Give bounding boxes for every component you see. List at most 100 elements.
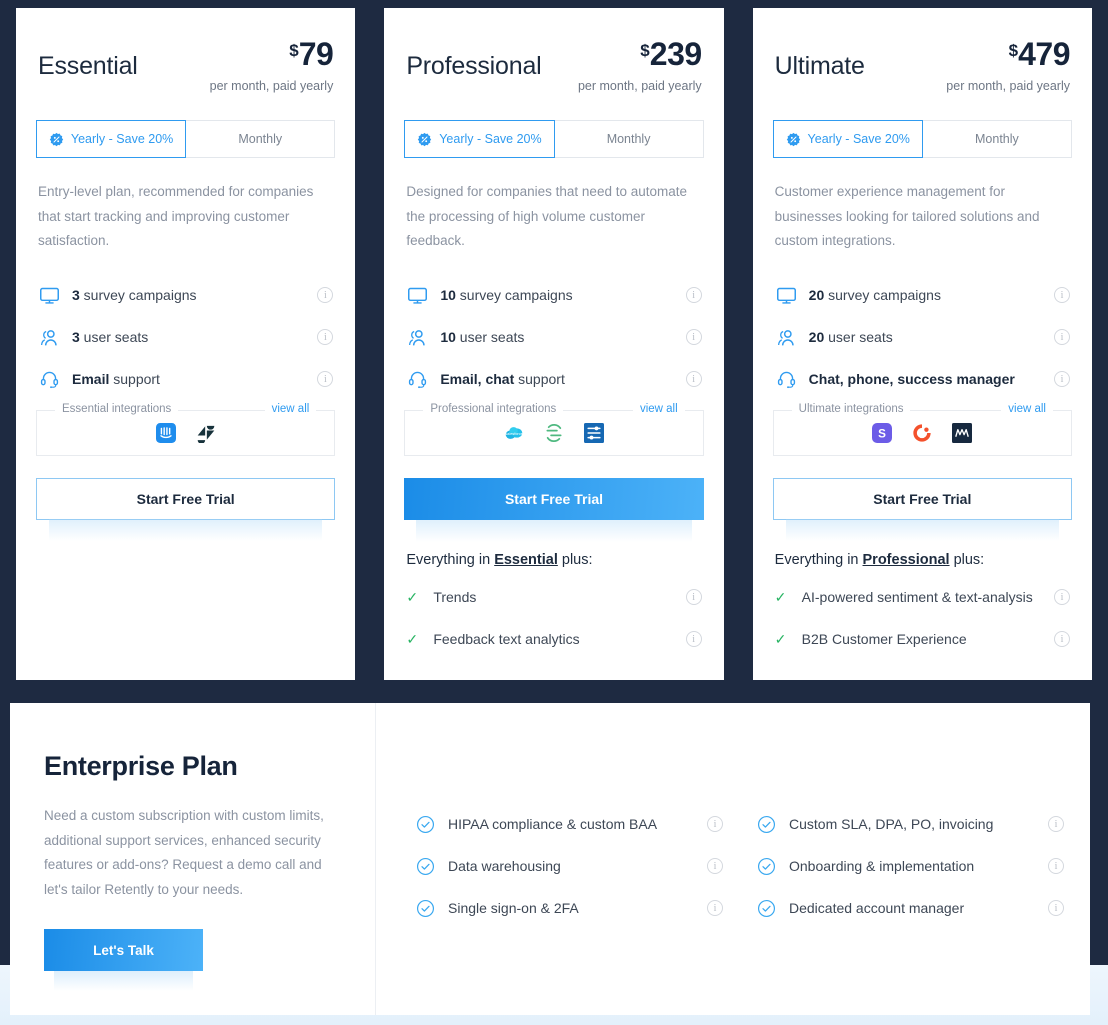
- billing-option-monthly-professional[interactable]: Monthly: [554, 120, 704, 158]
- feature-rest: survey campaigns: [455, 287, 573, 304]
- enterprise-feature-info-icon[interactable]: i: [1048, 858, 1064, 874]
- enterprise-feature-info-icon[interactable]: i: [707, 858, 723, 874]
- plan-feature-list-professional: 10 survey campaigns i 10 user seats i Email,…: [404, 274, 703, 400]
- circle-check-icon: [416, 815, 435, 834]
- circle-check-icon: [416, 815, 435, 833]
- feature-info-icon[interactable]: i: [685, 287, 702, 304]
- billing-option-yearly-essential[interactable]: Yearly - Save 20%: [36, 120, 187, 158]
- feature-strong: 10: [440, 287, 456, 304]
- feature-row: 3 survey campaigns i: [36, 274, 335, 316]
- feature-info-icon[interactable]: i: [317, 287, 334, 304]
- start-free-trial-button-ultimate[interactable]: Start Free Trial: [772, 478, 1072, 542]
- billing-option-yearly-professional[interactable]: Yearly - Save 20%: [404, 120, 555, 158]
- plan-name-essential: Essential: [38, 52, 138, 80]
- feature-info-icon[interactable]: i: [685, 329, 702, 346]
- integrations-view-all-link[interactable]: view all: [264, 403, 317, 416]
- billing-monthly-label: Monthly: [238, 132, 283, 146]
- billing-option-yearly-ultimate[interactable]: Yearly - Save 20%: [772, 120, 923, 158]
- headset-icon: [775, 369, 798, 389]
- percent-badge-icon: [49, 132, 64, 147]
- feature-info-icon[interactable]: i: [317, 371, 334, 388]
- enterprise-feature-info-icon[interactable]: i: [707, 816, 723, 832]
- monitor-icon: [38, 285, 61, 305]
- feature-strong: Email, chat: [440, 371, 515, 388]
- integrations-box-essential: Essential integrations view all: [36, 403, 336, 457]
- feature-strong: 20: [808, 287, 825, 304]
- feature-strong: 10: [440, 329, 456, 346]
- percent-badge-icon: [786, 132, 801, 147]
- feature-info-icon[interactable]: i: [1053, 329, 1070, 346]
- feature-rest: support: [514, 371, 565, 388]
- everything-in-line-professional: Everything in Essential plus:: [404, 552, 703, 568]
- plus-feature-label: Trends: [433, 589, 477, 606]
- start-free-trial-button-professional[interactable]: Start Free Trial: [404, 478, 704, 543]
- headset-icon: [406, 369, 429, 389]
- start-free-trial-button-essential[interactable]: Start Free Trial: [36, 478, 336, 542]
- feature-rest: user seats: [455, 329, 525, 346]
- integrations-title: Essential integrations: [55, 403, 179, 416]
- zendesk-icon: [197, 426, 214, 444]
- plan-description-professional: Designed for companies that need to auto…: [406, 184, 688, 249]
- enterprise-title: Enterprise Plan: [44, 751, 238, 781]
- circle-check-icon: [757, 815, 776, 834]
- enterprise-feature-row: HIPAA compliance & custom BAA i: [416, 803, 723, 845]
- mixpanel-icon: [952, 423, 973, 444]
- feature-info-icon[interactable]: i: [317, 329, 334, 346]
- slack-icon[interactable]: S: [872, 423, 893, 444]
- circle-check-icon: [757, 857, 776, 876]
- feature-row: 20 user seats i: [773, 316, 1072, 358]
- intercom-icon[interactable]: [155, 423, 176, 444]
- plus-feature-info-icon[interactable]: i: [1053, 589, 1070, 606]
- feature-row: 3 user seats i: [36, 316, 335, 358]
- feature-info-icon[interactable]: i: [1053, 371, 1070, 388]
- enterprise-feature-info-icon[interactable]: i: [1048, 900, 1064, 916]
- percent-badge-icon: [418, 132, 432, 146]
- plus-feature-row: ✓ B2B Customer Experience i: [773, 618, 1072, 660]
- integrations-view-all-link[interactable]: view all: [1001, 403, 1053, 416]
- clickup-icon[interactable]: [912, 423, 932, 443]
- zendesk-icon[interactable]: [196, 423, 216, 444]
- plus-feature-list-ultimate: ✓ AI-powered sentiment & text-analysis i ✓ B…: [773, 576, 1072, 660]
- integrations-view-all-link[interactable]: view all: [632, 403, 685, 416]
- users-icon: [777, 329, 794, 346]
- billing-monthly-label: Monthly: [975, 132, 1019, 146]
- mixpanel-icon[interactable]: [952, 423, 973, 444]
- lets-talk-button[interactable]: Let's Talk: [44, 929, 203, 992]
- svg-text:S: S: [878, 428, 886, 441]
- price-amount: 79: [298, 36, 334, 72]
- feature-row: 20 survey campaigns i: [773, 274, 1072, 316]
- billing-option-monthly-ultimate[interactable]: Monthly: [922, 120, 1072, 158]
- pricing-plans-row: Essential $79 per month, paid yearly Yearly…: [16, 8, 1092, 680]
- users-icon: [406, 327, 429, 347]
- feature-info-icon[interactable]: i: [685, 371, 702, 388]
- integrations-box-professional: Professional integrations view all salesfo…: [404, 403, 704, 457]
- monitor-icon: [775, 285, 798, 305]
- monitor-icon: [406, 285, 429, 305]
- circle-check-icon: [416, 899, 435, 918]
- salesforce-icon[interactable]: salesforce: [504, 423, 524, 443]
- circle-check-icon: [757, 899, 776, 918]
- plus-feature-info-icon[interactable]: i: [1053, 631, 1070, 648]
- billing-yearly-label: Yearly - Save 20%: [439, 132, 542, 146]
- enterprise-feature-info-icon[interactable]: i: [1048, 816, 1064, 832]
- billing-option-monthly-essential[interactable]: Monthly: [186, 120, 336, 158]
- plan-description-essential: Entry-level plan, recommended for compan…: [38, 184, 314, 249]
- segment-icon[interactable]: [544, 423, 564, 443]
- enterprise-feature-info-icon[interactable]: i: [707, 900, 723, 916]
- plus-feature-info-icon[interactable]: i: [685, 631, 702, 648]
- hubspot-icon[interactable]: [583, 423, 604, 444]
- segment-icon: [546, 424, 562, 443]
- feature-label: Chat, phone, success manager: [809, 371, 1054, 387]
- percent-badge-icon: [49, 132, 64, 146]
- checkmark-icon: ✓: [774, 630, 787, 647]
- integrations-box-ultimate: Ultimate integrations view all S: [772, 403, 1072, 457]
- price-note-essential: per month, paid yearly: [209, 79, 334, 93]
- billing-monthly-label: Monthly: [606, 132, 651, 146]
- everything-suffix: plus:: [949, 552, 985, 569]
- everything-prefix: Everything in: [406, 552, 495, 569]
- feature-label: 10 survey campaigns: [440, 287, 685, 303]
- integrations-legend-ultimate: Ultimate integrations view all: [791, 403, 1053, 416]
- enterprise-feature-label: HIPAA compliance & custom BAA: [448, 816, 658, 832]
- feature-info-icon[interactable]: i: [1053, 287, 1070, 304]
- plus-feature-info-icon[interactable]: i: [685, 589, 702, 606]
